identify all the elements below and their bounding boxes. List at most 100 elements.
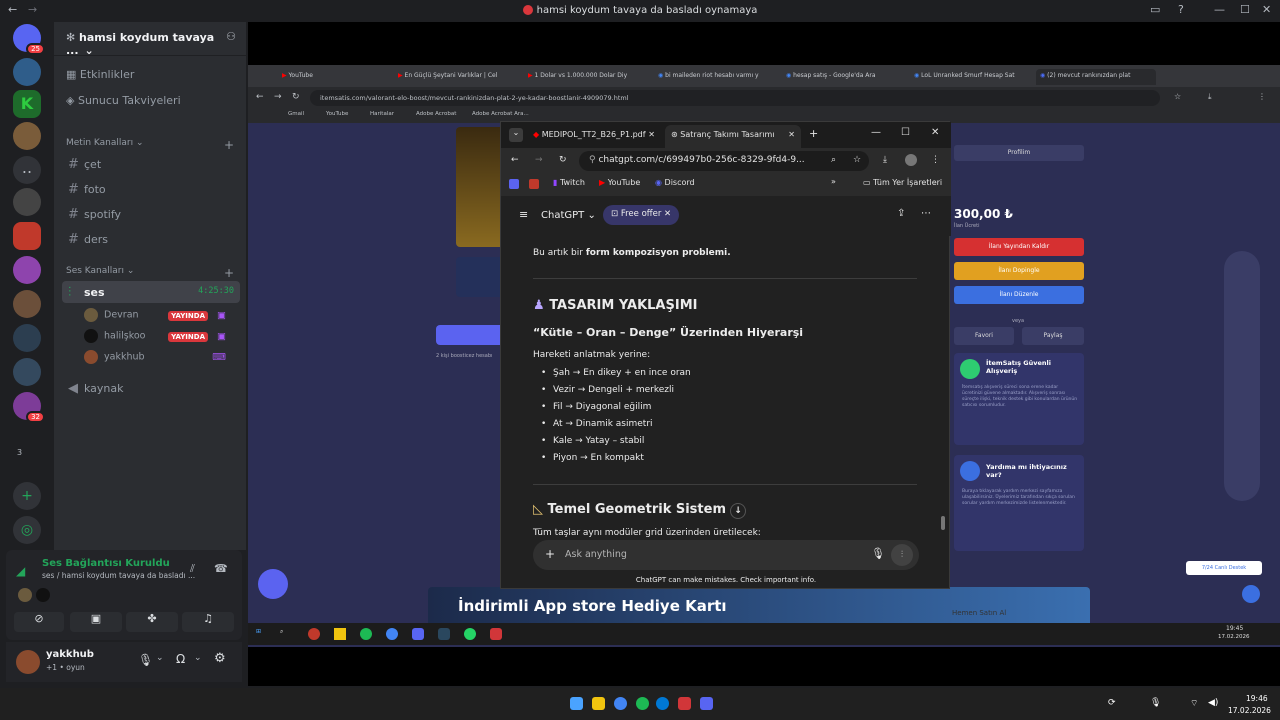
- all-bookmarks[interactable]: ▭ Tüm Yer İşaretleri: [863, 178, 942, 187]
- banner-button[interactable]: Hemen Satın Al: [952, 609, 1006, 617]
- more-options-icon[interactable]: ⋯: [921, 208, 931, 219]
- channel-foto[interactable]: # foto: [62, 178, 240, 200]
- scrollbar-thumb[interactable]: [941, 516, 945, 530]
- file-explorer-icon[interactable]: [592, 697, 605, 710]
- more-bookmarks-icon[interactable]: »: [831, 177, 836, 186]
- buy-button[interactable]: [436, 325, 506, 345]
- add-member-icon[interactable]: ⚇: [226, 30, 236, 43]
- tab-pdf[interactable]: ◆ MEDIPOL_TT2_B26_P1.pdf ✕: [529, 127, 659, 145]
- bookmark-discord[interactable]: ◉ Discord: [655, 178, 695, 187]
- star-icon[interactable]: ☆: [853, 155, 861, 165]
- address-bar[interactable]: ⚲ chatgpt.com/c/699497b0-256c-8329-9fd4-…: [579, 151, 869, 171]
- share-icon[interactable]: ⇪: [897, 208, 905, 219]
- microphone-icon[interactable]: 🎙: [871, 547, 885, 560]
- close-tab-icon[interactable]: ✕: [788, 130, 795, 139]
- close-tab-icon[interactable]: ✕: [648, 130, 655, 139]
- browser-tab[interactable]: ◉ LoL Unranked Smurf Hesap Sat: [910, 69, 1030, 85]
- server-icon[interactable]: K: [13, 90, 41, 118]
- sidebar-toggle-icon[interactable]: ≡: [519, 208, 528, 221]
- spotify-icon[interactable]: [636, 697, 649, 710]
- add-channel-icon[interactable]: +: [224, 138, 234, 152]
- bookmark-icon[interactable]: [509, 179, 519, 189]
- inbox-icon[interactable]: ▭: [1150, 3, 1160, 16]
- scroll-down-icon[interactable]: ↓: [730, 503, 747, 519]
- browser-tab[interactable]: ▶ En Güçlü Şeytani Varlıklar | Cel: [394, 69, 514, 85]
- live-badge[interactable]: YAYINDA: [168, 332, 208, 342]
- close-icon[interactable]: ✕: [1262, 3, 1271, 16]
- voice-user[interactable]: halilşkoo YAYINDA ▣: [84, 329, 234, 349]
- browser-tab-active[interactable]: ◉ (2) mevcut rankınızdan plat: [1036, 69, 1156, 85]
- channel-ders[interactable]: # ders: [62, 228, 240, 250]
- tab-chatgpt[interactable]: ⊛ Satranç Takımı Tasarımı ✕: [665, 125, 801, 148]
- windows-start-icon[interactable]: [570, 697, 583, 710]
- product-thumbnail[interactable]: [456, 257, 506, 297]
- chat-bubble-icon[interactable]: [258, 569, 288, 599]
- events-link[interactable]: ▦ Etkinlikler: [62, 64, 240, 86]
- chat-composer[interactable]: + Ask anything 🎙 ⫶: [533, 540, 919, 570]
- server-icon[interactable]: [13, 122, 41, 150]
- server-icon-active[interactable]: [13, 222, 41, 250]
- browser-tab[interactable]: ◉ bi maileden riot hesabı varmı y: [654, 69, 774, 85]
- headphones-icon[interactable]: Ω: [176, 652, 185, 666]
- live-support-chip[interactable]: 7/24 Canlı Destek: [1186, 561, 1262, 575]
- discover-icon[interactable]: ◎: [13, 516, 41, 544]
- browser-tab[interactable]: ◉ hesap satış - Google'da Ara: [782, 69, 902, 85]
- text-category[interactable]: Metin Kanalları ⌄ +: [66, 138, 234, 152]
- settings-gear-icon[interactable]: ⚙: [214, 651, 226, 666]
- server-icon[interactable]: [13, 358, 41, 386]
- chrome-icon[interactable]: [614, 697, 627, 710]
- add-server-icon[interactable]: +: [13, 482, 41, 510]
- model-selector[interactable]: ChatGPT ⌄: [541, 210, 596, 221]
- voice-status[interactable]: Ses Bağlantısı Kuruldu: [42, 558, 170, 569]
- tab-menu-icon[interactable]: ⌄: [509, 128, 523, 142]
- address-bar[interactable]: itemsatis.com/valorant-elo-boost/mevcut-…: [310, 90, 1160, 106]
- wifi-icon[interactable]: ⌔: [1190, 698, 1198, 709]
- server-icon[interactable]: [13, 290, 41, 318]
- maximize-icon[interactable]: ☐: [901, 127, 910, 138]
- star-icon[interactable]: ☆: [1174, 92, 1181, 101]
- voice-category[interactable]: Ses Kanalları ⌄ +: [66, 266, 234, 280]
- volume-icon[interactable]: ◀): [1208, 698, 1218, 708]
- bookmark-youtube[interactable]: ▶ YouTube: [599, 178, 640, 187]
- microphone-icon[interactable]: 🎙: [138, 653, 153, 667]
- camera-off-button[interactable]: ⊘: [14, 612, 64, 632]
- server-header[interactable]: ✻ hamsi koydum tavaya ... ⌄ ⚇: [54, 22, 246, 57]
- chat-support-icon[interactable]: [1242, 585, 1260, 603]
- bookmark[interactable]: Adobe Acrobat: [416, 111, 456, 117]
- back-arrow-icon[interactable]: ←: [511, 155, 519, 165]
- promo-banner[interactable]: İndirimli App store Hediye Kartı Hemen S…: [428, 587, 1090, 627]
- bookmark[interactable]: Haritalar: [370, 111, 394, 117]
- channel-spotify[interactable]: # spotify: [62, 203, 240, 225]
- download-icon[interactable]: ⤓: [883, 155, 887, 165]
- voice-channel-ses[interactable]: ⫶ ses 4:25:30: [62, 281, 240, 303]
- free-offer-chip[interactable]: ⊡ Free offer ✕: [603, 205, 680, 225]
- tray-icon[interactable]: ⟳: [1108, 698, 1116, 708]
- riot-icon[interactable]: [678, 697, 691, 710]
- minimize-icon[interactable]: —: [1214, 3, 1225, 16]
- download-icon[interactable]: ⤓: [1208, 92, 1212, 102]
- clock-date[interactable]: 17.02.2026: [1228, 706, 1271, 715]
- channel-cet[interactable]: # çet: [62, 153, 240, 175]
- disconnect-icon[interactable]: ☎: [214, 562, 228, 575]
- avatar[interactable]: [16, 650, 40, 674]
- edge-icon[interactable]: [656, 697, 669, 710]
- remove-listing-button[interactable]: İlanı Yayından Kaldır: [954, 238, 1084, 256]
- plus-icon[interactable]: +: [545, 547, 555, 561]
- bookmark[interactable]: Adobe Acrobat Ara...: [472, 111, 529, 117]
- back-arrow-icon[interactable]: ←: [256, 92, 264, 102]
- reload-icon[interactable]: ↻: [292, 92, 300, 102]
- browser-tab[interactable]: ▶ 1 Dolar vs 1.000.000 Dolar Diy: [524, 69, 644, 85]
- server-icon[interactable]: [13, 256, 41, 284]
- menu-icon[interactable]: ⋮: [931, 155, 940, 165]
- bookmark-twitch[interactable]: ▮ Twitch: [553, 178, 585, 187]
- direct-messages-button[interactable]: 25: [13, 24, 45, 55]
- live-badge[interactable]: YAYINDA: [168, 311, 208, 321]
- voice-channel-kaynak[interactable]: ◀ kaynak: [62, 377, 240, 399]
- voice-user[interactable]: Devran YAYINDA ▣: [84, 308, 234, 328]
- bookmark-icon[interactable]: [529, 179, 539, 189]
- chevron-down-icon[interactable]: ⌄: [194, 653, 202, 663]
- forward-arrow-icon[interactable]: →: [274, 92, 282, 102]
- bookmark[interactable]: Gmail: [288, 111, 304, 117]
- server-folder[interactable]: 32: [13, 392, 45, 423]
- favorite-button[interactable]: Favori: [954, 327, 1014, 345]
